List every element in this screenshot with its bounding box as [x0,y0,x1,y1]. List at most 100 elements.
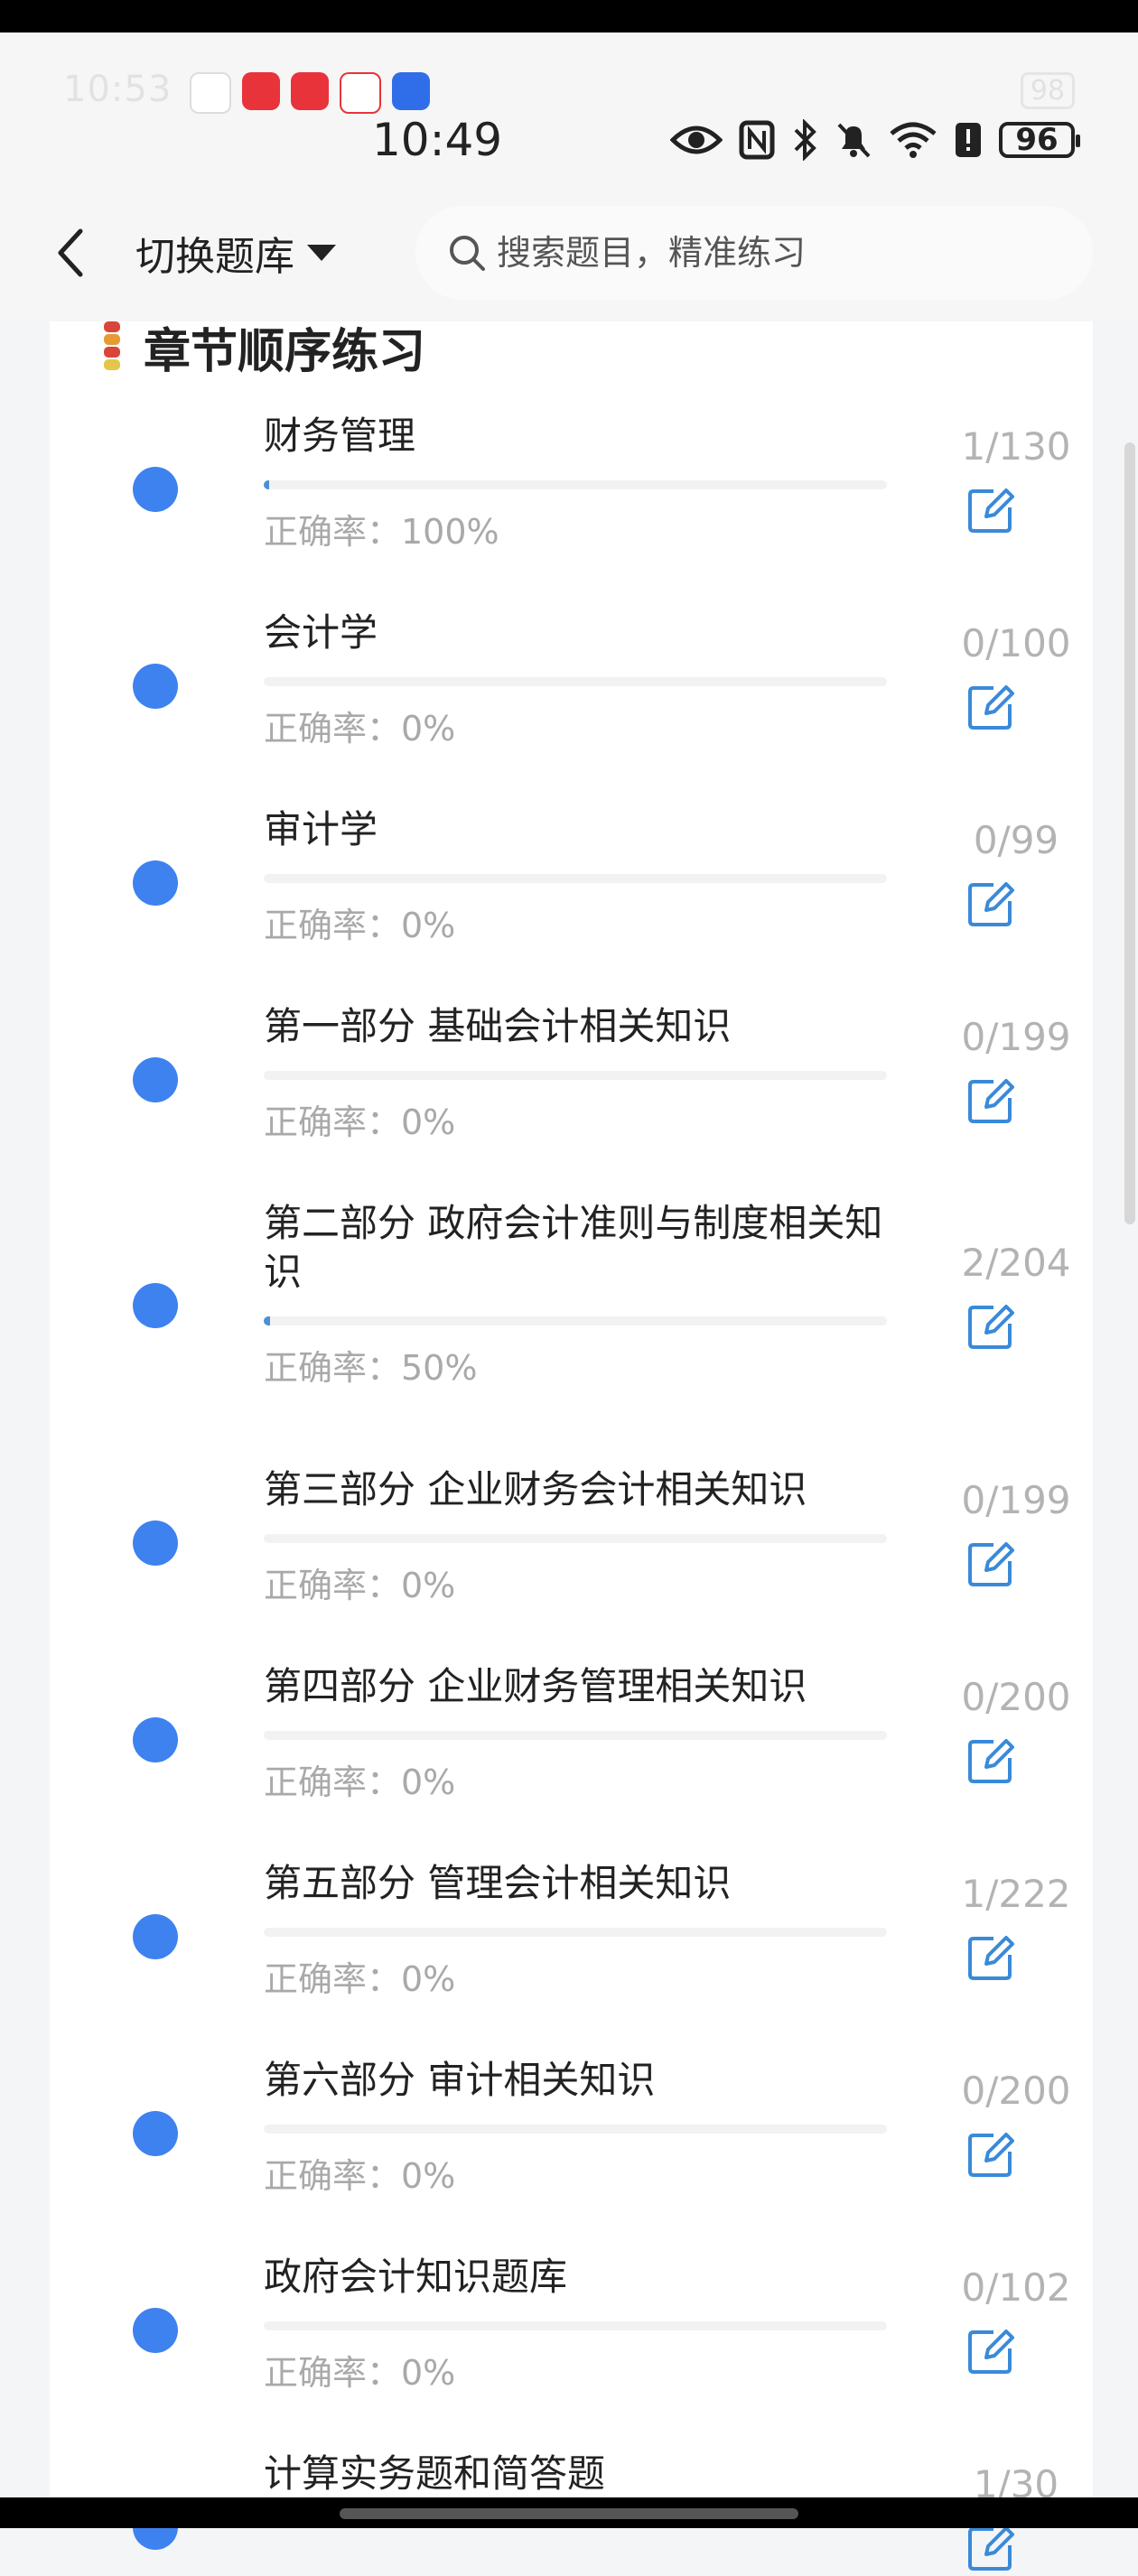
switch-bank-label: 切换题库 [135,234,294,280]
chapter-name: 财务管理 [264,414,416,458]
system-icons: 96 [670,119,1080,161]
edit-button[interactable] [966,2524,1015,2572]
ghost-battery: 98 [1020,72,1075,109]
chapter-dot [133,1520,178,1566]
chapter-accuracy: 正确率：100% [264,512,499,552]
nfc-icon [739,120,775,160]
progress-bar [264,1534,887,1543]
edit-icon [968,1936,1014,1980]
edit-icon [968,882,1014,926]
ghost-time: 10:53 [63,69,173,110]
progress-bar [264,677,887,686]
notification-app-icon [392,72,430,110]
nav-bar: 切换题库 [0,186,1138,321]
edit-button[interactable] [966,1539,1015,1588]
chapter-name: 审计学 [264,807,378,851]
alert-icon [956,123,981,157]
chapter-accuracy: 正确率：0% [264,1762,456,1802]
chapter-dot [133,1283,178,1328]
caret-down-icon [307,245,336,261]
chapter-count: 1/130 [961,424,1071,469]
edit-button[interactable] [966,1076,1015,1125]
edit-button[interactable] [966,1933,1015,1982]
edit-icon [968,2133,1014,2177]
edit-icon [968,488,1014,533]
edit-icon [968,1079,1014,1123]
edit-button[interactable] [966,683,1015,731]
chapter-dot [133,860,178,906]
chevron-left-icon [58,228,83,277]
chapter-dot [133,1057,178,1102]
chapter-count: 0/99 [973,818,1059,862]
edit-button[interactable] [966,2130,1015,2179]
progress-bar [264,1731,887,1740]
mute-bell-icon [837,123,871,158]
chapter-count: 1/222 [961,1872,1071,1916]
search-icon [450,236,485,271]
chapter-count: 0/100 [961,621,1071,665]
edit-button[interactable] [966,1302,1015,1351]
switch-bank-dropdown[interactable]: 切换题库 [135,224,336,282]
progress-bar [264,1316,887,1325]
notification-app-icon [291,72,329,110]
progress-bar [264,480,887,489]
firecracker-icon [104,321,120,370]
chapter-name: 第一部分 基础会计相关知识 [264,1004,732,1048]
edit-button[interactable] [966,2327,1015,2376]
progress-bar [264,2321,887,2330]
back-button[interactable] [50,226,95,280]
edit-button[interactable] [966,1736,1015,1785]
chapter-count: 0/199 [961,1015,1071,1059]
chapter-name: 计算实务题和简答题 [264,2451,606,2496]
edit-icon [968,1739,1014,1783]
chapter-dot [133,2111,178,2156]
edit-button[interactable] [966,879,1015,928]
search-box[interactable] [415,206,1093,300]
edit-icon [968,1305,1014,1349]
ghost-status-icons: 98 [1020,72,1075,109]
eye-icon [670,126,723,154]
home-indicator[interactable] [340,2508,798,2519]
notification-app-icon [340,72,381,114]
chapter-accuracy: 正确率：0% [264,1959,456,1999]
notification-app-icon [190,72,231,114]
chapter-name: 第六部分 审计相关知识 [264,2058,656,2102]
progress-bar [264,874,887,883]
bluetooth-icon [794,119,816,161]
edit-button[interactable] [966,486,1015,535]
chapter-accuracy: 正确率：0% [264,2156,456,2196]
chapter-name: 会计学 [264,610,378,655]
chapter-name: 第三部分 企业财务会计相关知识 [264,1467,807,1511]
scrollbar[interactable] [1124,442,1135,1224]
chapter-name: 第二部分 政府会计准则与制度相关知识 [264,1201,883,1294]
edit-icon [968,1542,1014,1586]
chapter-count: 0/102 [961,2265,1071,2310]
chapter-accuracy: 正确率：50% [264,1348,478,1388]
chapter-accuracy: 正确率：0% [264,1102,456,1142]
chapter-card: 章节顺序练习 财务管理正确率：100% 1/130 会计学正确率：0% 0/100 审计… [50,321,1093,2571]
clock: 10:49 [372,114,503,166]
progress-bar [264,2125,887,2134]
notification-icons [190,72,430,114]
edit-icon [968,685,1014,730]
top-black-band [0,0,1138,33]
wifi-icon [890,122,937,158]
section-title: 章节顺序练习 [144,324,426,379]
status-bar: 10:53 98 10:49 96 [0,33,1138,186]
chapter-count: 2/204 [961,1241,1071,1285]
chapter-accuracy: 正确率：0% [264,2353,456,2393]
progress-bar [264,1071,887,1080]
chapter-accuracy: 正确率：0% [264,1566,456,1605]
chapter-name: 第五部分 管理会计相关知识 [264,1861,732,1905]
search-input[interactable] [495,232,1040,274]
section-header: 章节顺序练习 [95,321,425,379]
chapter-name: 第四部分 企业财务管理相关知识 [264,1664,807,1708]
chapter-count: 0/200 [961,1675,1071,1719]
chapter-accuracy: 正确率：0% [264,906,456,945]
notification-app-icon [242,72,280,110]
chapter-dot [133,467,178,512]
chapter-count: 0/199 [961,1478,1071,1522]
chapter-count: 0/200 [961,2069,1071,2113]
chapter-dot [133,1717,178,1762]
progress-fill [264,480,270,489]
